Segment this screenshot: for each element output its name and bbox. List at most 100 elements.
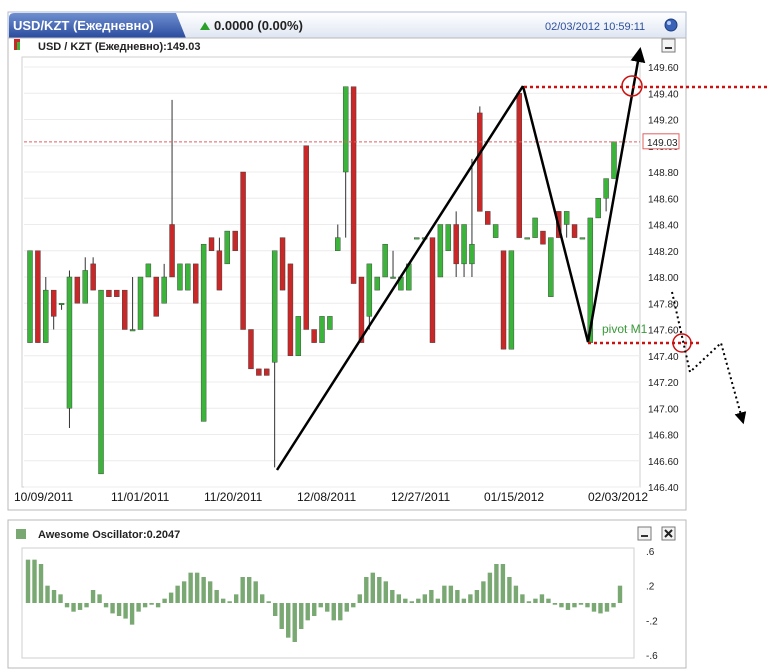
oscillator-bar xyxy=(604,603,610,612)
oscillator-bar xyxy=(312,603,317,616)
candle-body xyxy=(508,250,515,350)
oscillator-y-tick-label: -.2 xyxy=(646,616,658,627)
y-tick-label: 147.60 xyxy=(648,326,679,337)
oscillator-bar xyxy=(240,577,245,603)
oscillator-bar xyxy=(383,581,389,603)
oscillator-bar xyxy=(552,603,558,605)
candle xyxy=(477,106,483,212)
candle-body xyxy=(548,237,554,297)
oscillator-y-tick-label: .2 xyxy=(646,582,655,593)
candle-body xyxy=(469,243,475,265)
candle-body xyxy=(90,263,96,291)
oscillator-bar xyxy=(188,572,193,603)
candle-body xyxy=(390,276,396,279)
oscillator-bar xyxy=(71,603,76,612)
oscillator-bar xyxy=(435,598,441,603)
oscillator-bar xyxy=(520,594,525,603)
candle xyxy=(66,270,73,428)
oscillator-bar xyxy=(559,603,564,608)
candle-body xyxy=(603,178,609,199)
candle xyxy=(414,237,420,240)
candle xyxy=(177,263,183,291)
oscillator-bar xyxy=(611,603,616,608)
oscillator-bar xyxy=(168,592,174,603)
oscillator-bar xyxy=(370,572,375,603)
minimize-button[interactable] xyxy=(661,38,676,53)
chart-frame: USD/KZT (Ежедневно) 0.0000 (0.00%) 02/03… xyxy=(7,11,770,669)
candle xyxy=(319,316,325,343)
candle-body xyxy=(35,250,41,343)
oscillator-bar xyxy=(227,601,232,603)
oscillator-bar xyxy=(214,590,219,603)
candle-body xyxy=(145,263,152,278)
oscillator-minimize-button[interactable] xyxy=(637,526,652,541)
oscillator-bar xyxy=(286,603,291,638)
y-tick-label: 148.60 xyxy=(648,194,679,205)
oscillator-bar xyxy=(344,603,349,612)
oscillator-bar xyxy=(246,577,252,603)
oscillator-bar xyxy=(318,603,323,608)
candle xyxy=(500,250,507,350)
globe-icon[interactable] xyxy=(664,18,678,32)
candle xyxy=(208,237,215,251)
oscillator-bar xyxy=(58,594,63,603)
candle xyxy=(492,224,499,238)
oscillator-bar xyxy=(442,585,447,603)
oscillator-bar xyxy=(123,603,128,619)
candle xyxy=(429,237,436,343)
candle-body xyxy=(66,276,73,409)
y-tick-label: 148.40 xyxy=(648,221,679,232)
oscillator-bar xyxy=(38,564,44,603)
oscillator-bar xyxy=(448,585,454,603)
candle xyxy=(279,237,286,291)
oscillator-bar xyxy=(422,594,428,603)
oscillator-bar xyxy=(585,603,590,608)
candle-body xyxy=(161,276,167,304)
candle-body xyxy=(382,243,388,278)
candle-body xyxy=(295,316,302,356)
candle xyxy=(98,289,104,475)
oscillator-bar xyxy=(572,603,577,608)
oscillator-bar xyxy=(259,594,265,603)
oscillator-bar xyxy=(181,581,187,603)
oscillator-bar xyxy=(617,585,623,603)
last-price-tag-label: 149.03 xyxy=(647,138,678,149)
oscillator-bar xyxy=(364,577,369,603)
candle-body xyxy=(366,263,373,317)
oscillator-bar xyxy=(500,564,506,603)
candle xyxy=(122,289,128,330)
candle xyxy=(185,263,191,291)
oscillator-bar xyxy=(325,603,330,612)
oscillator-bar xyxy=(116,603,122,616)
candle-body xyxy=(193,263,199,304)
oscillator-bar xyxy=(377,577,382,603)
symbol-tab-title: USD/KZT (Ежедневно) xyxy=(13,18,154,33)
x-tick-label: 12/08/2011 xyxy=(297,490,356,504)
candle-body xyxy=(98,289,104,475)
candle xyxy=(524,237,530,240)
y-tick-label: 146.40 xyxy=(648,483,679,494)
oscillator-plot: .6 .2 -.2 -.6 xyxy=(21,547,658,662)
oscillator-bar xyxy=(64,603,70,608)
candle-body xyxy=(563,211,570,225)
candle xyxy=(114,289,120,297)
oscillator-bar xyxy=(598,603,603,614)
candle xyxy=(264,368,270,376)
candle xyxy=(358,276,365,343)
candle xyxy=(232,230,238,251)
candle-body xyxy=(445,224,451,251)
oscillator-bar xyxy=(546,598,551,603)
x-tick-label: 12/27/2011 xyxy=(391,490,450,504)
candle xyxy=(437,224,444,278)
oscillator-bar xyxy=(533,598,538,603)
candle-body xyxy=(595,198,601,219)
oscillator-bar xyxy=(474,590,480,603)
oscillator-bar xyxy=(461,598,467,603)
oscillator-bar xyxy=(539,594,545,603)
oscillator-bar xyxy=(416,598,421,603)
candle-body xyxy=(477,112,483,212)
candle xyxy=(35,250,41,343)
candle-body xyxy=(374,276,380,291)
candle xyxy=(256,368,262,376)
timestamp: 02/03/2012 10:59:11 xyxy=(545,21,645,33)
